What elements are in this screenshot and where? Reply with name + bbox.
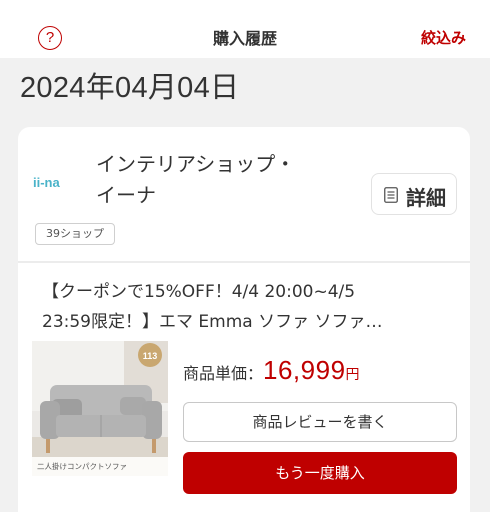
unit-price: 商品単価：16,999円 — [183, 355, 360, 386]
shop-logo-text: ii-na — [33, 175, 60, 190]
top-bar: ? 購入履歴 絞込み — [0, 0, 490, 58]
page-title: 購入履歴 — [212, 29, 277, 48]
product-name[interactable]: 【クーポンで15%OFF！4/4 20:00~4/5 23:59限定！】エマ E… — [42, 277, 462, 337]
shop-badge: 39ショップ — [35, 223, 115, 245]
price-unit: 円 — [345, 367, 360, 383]
shop-name[interactable]: インテリアショップ・ イーナ — [96, 149, 356, 211]
divider — [18, 261, 470, 263]
product-name-line1: 【クーポンで15%OFF！4/4 20:00~4/5 — [42, 282, 356, 302]
order-card: ii-na インテリアショップ・ イーナ 詳細 39ショップ 【クーポンで15%… — [18, 127, 470, 512]
image-caption: 二人掛けコンパクトソファ — [37, 461, 127, 471]
image-badge-text: 113 — [143, 351, 158, 361]
sofa-image: 113 二人掛けコンパクトソファ — [32, 341, 168, 476]
write-review-button[interactable]: 商品レビューを書く — [183, 402, 457, 442]
product-name-line2: 23:59限定！】エマ Emma ソファ ソファ… — [42, 312, 383, 332]
shop-name-line1: インテリアショップ・ — [96, 152, 296, 176]
shop-name-line2: イーナ — [96, 183, 156, 207]
shop-logo[interactable]: ii-na — [32, 172, 80, 192]
detail-label: 詳細 — [406, 186, 446, 210]
price-value: 16,999 — [263, 355, 346, 385]
filter-button[interactable]: 絞込み — [421, 27, 466, 48]
document-icon — [384, 187, 398, 203]
order-date-heading: 2024年04月04日 — [20, 72, 240, 104]
product-image[interactable]: 113 二人掛けコンパクトソファ — [32, 341, 168, 476]
buy-again-button[interactable]: もう一度購入 — [183, 452, 457, 494]
detail-button[interactable]: 詳細 — [371, 173, 457, 215]
price-label: 商品単価： — [183, 364, 264, 383]
